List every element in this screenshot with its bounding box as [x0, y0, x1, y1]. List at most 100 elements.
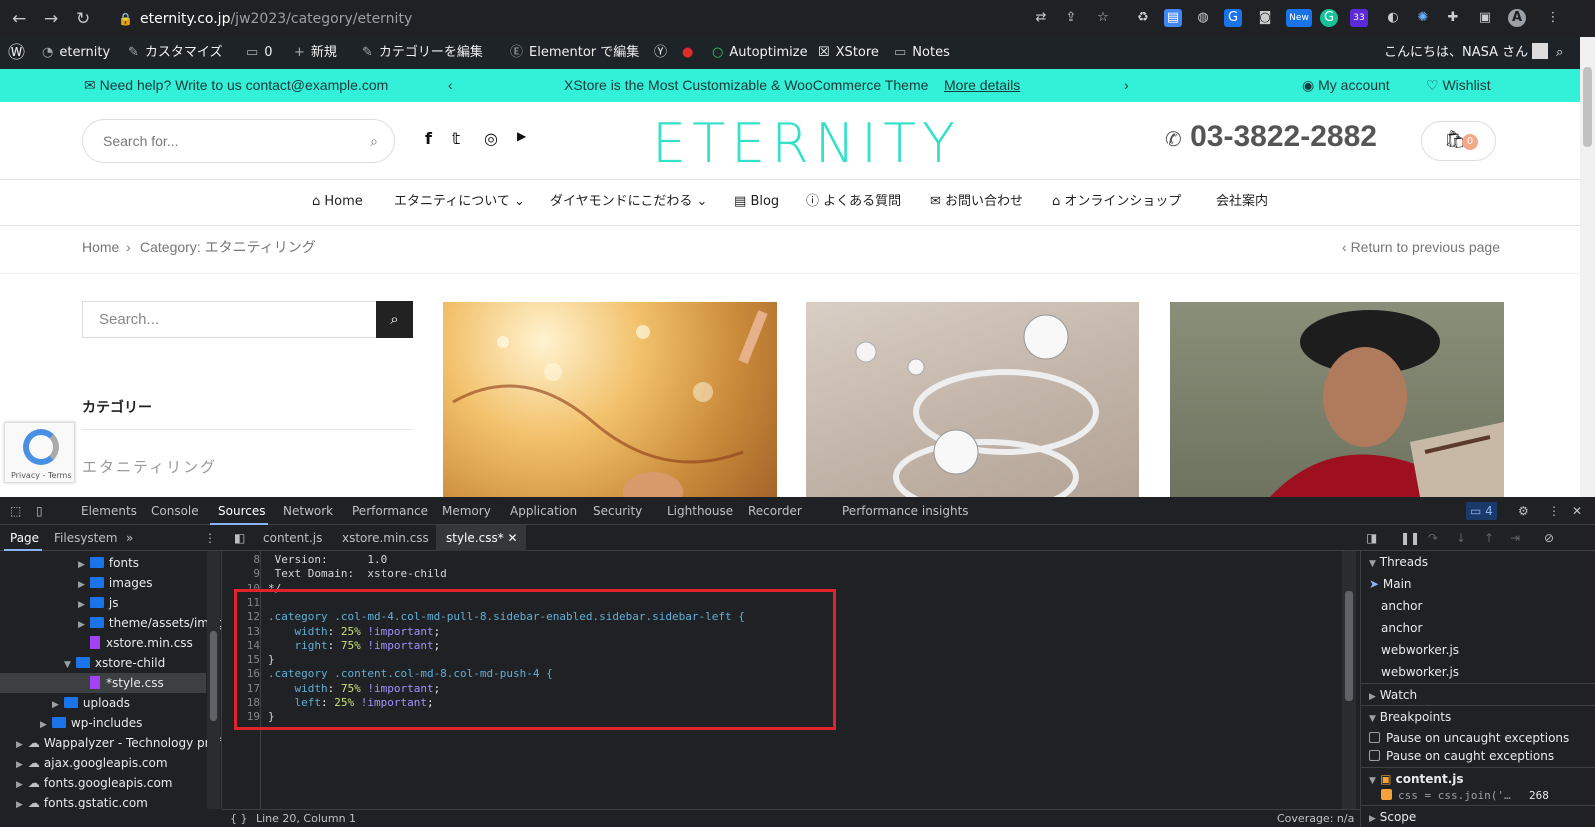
sidebar-search-input[interactable]: Search... [82, 301, 413, 338]
menu-item-diamond[interactable]: ダイヤモンドにこだわる ⌄ [550, 181, 707, 223]
wp-comments-link[interactable]: ▭ 0 [246, 37, 273, 69]
wp-search-icon[interactable]: ⌕ [1556, 37, 1563, 69]
thread-main[interactable]: ➤ Main [1361, 573, 1595, 595]
forward-icon[interactable]: → [44, 9, 58, 29]
menu-item-shop[interactable]: ⌂ オンラインショップ [1052, 181, 1181, 223]
tree-item[interactable]: ▶ fonts [78, 553, 139, 573]
code-line[interactable]: Version: 1.0 [268, 553, 388, 567]
pause-caught-checkbox[interactable]: Pause on caught exceptions [1361, 745, 1595, 767]
file-tab-content-js[interactable]: content.js [263, 525, 322, 551]
side-panel-icon[interactable]: ▣ [1476, 9, 1494, 27]
tree-item[interactable]: ▶ ☁ ajax.googleapis.com [16, 753, 168, 773]
navigator-scrollbar[interactable] [207, 551, 220, 809]
wishlist-link[interactable]: ♡ Wishlist [1426, 69, 1491, 102]
tree-item[interactable]: ▶ ☁ Wappalyzer - Technology prof [16, 733, 221, 753]
product-image-1[interactable] [443, 302, 777, 497]
wp-elementor-link[interactable]: Ⓔ Elementor で編集 [510, 37, 639, 69]
menu-item-contact[interactable]: ✉ お問い合わせ [930, 181, 1023, 223]
more-details-link[interactable]: More details [944, 69, 1020, 102]
browser-menu-icon[interactable]: ⋮ [1544, 9, 1562, 27]
twitter-icon[interactable]: 𝕥 [452, 129, 460, 148]
tree-item[interactable]: ▼ xstore-child [64, 653, 165, 673]
tab-memory[interactable]: Memory [442, 497, 491, 525]
wp-site-link[interactable]: ◔ eternity [42, 37, 110, 69]
threads-section[interactable]: ▼ Threads [1361, 551, 1595, 573]
device-toggle-icon[interactable]: ▯ [36, 497, 43, 525]
tree-item[interactable]: ▶ ☁ fonts.googleapis.com [16, 773, 173, 793]
share-icon[interactable]: ⇪ [1062, 9, 1080, 27]
tree-item[interactable]: ▶ js [78, 593, 119, 613]
menu-item-home[interactable]: ⌂ Home [312, 181, 363, 223]
extension-moon-icon[interactable]: ◐ [1384, 9, 1402, 27]
sidebar-search-button[interactable]: ⌕ [376, 301, 413, 338]
close-tab-icon[interactable]: ✕ [508, 531, 518, 545]
extension-new-badge[interactable]: New [1286, 9, 1312, 27]
tree-item[interactable]: ▶ ☁ fonts.gstatic.com [16, 793, 148, 809]
breakpoint-entry[interactable]: css = css.join('… 268 [1361, 785, 1595, 807]
navigator-scrollbar-thumb[interactable] [210, 631, 217, 721]
extension-docs-icon[interactable]: ▤ [1164, 9, 1182, 27]
yoast-icon[interactable]: Ⓨ [654, 37, 667, 69]
extension-translate-icon[interactable]: G [1224, 9, 1242, 27]
tab-security[interactable]: Security [593, 497, 642, 525]
settings-gear-icon[interactable]: ⚙ [1518, 497, 1529, 525]
menu-item-faq[interactable]: ⓘ よくある質問 [806, 181, 901, 223]
tab-page[interactable]: Page [10, 525, 39, 551]
tab-network[interactable]: Network [283, 497, 333, 525]
tree-item-selected[interactable]: *style.css [0, 673, 206, 693]
checkbox[interactable] [1369, 750, 1380, 761]
tab-performance-insights[interactable]: Performance insights [842, 497, 969, 525]
tab-elements[interactable]: Elements [81, 497, 137, 525]
checkbox-checked[interactable] [1381, 789, 1392, 800]
product-image-2[interactable] [806, 302, 1139, 497]
header-search-input[interactable]: Search for... ⌕ [82, 119, 395, 163]
extension-badge-icon[interactable]: 33 [1350, 9, 1368, 27]
tab-sources[interactable]: Sources [218, 497, 265, 525]
page-scrollbar-thumb[interactable] [1583, 67, 1592, 147]
wp-new-link[interactable]: + 新規 [294, 37, 337, 69]
close-devtools-icon[interactable]: ✕ [1572, 497, 1582, 525]
site-logo[interactable]: ETERNITY [652, 112, 961, 175]
toggle-debugger-icon[interactable]: ◨ [1366, 525, 1377, 551]
extension-recycle-icon[interactable]: ♻ [1134, 9, 1152, 27]
promo-next-icon[interactable]: › [1124, 69, 1129, 102]
translate-icon[interactable]: ⇄ [1032, 9, 1050, 27]
navigator-menu-icon[interactable]: ⋮ [204, 525, 216, 551]
tree-item[interactable]: xstore.min.css [90, 633, 193, 653]
product-image-3[interactable] [1170, 302, 1504, 497]
editor-scrollbar-thumb[interactable] [1345, 591, 1353, 701]
address-bar[interactable]: 🔒 eternity.co.jp/jw2023/category/eternit… [106, 5, 1169, 33]
extension-camera-icon[interactable]: ◙ [1256, 9, 1274, 27]
braces-icon[interactable]: { } [230, 810, 248, 827]
thread-item[interactable]: webworker.js [1361, 639, 1595, 661]
menu-item-blog[interactable]: ▤ Blog [734, 181, 779, 223]
step-icon[interactable]: ⇥ [1510, 525, 1520, 551]
tab-recorder[interactable]: Recorder [748, 497, 802, 525]
back-icon[interactable]: ← [12, 9, 26, 29]
my-account-link[interactable]: ◉ My account [1302, 69, 1390, 102]
watch-section[interactable]: ▶ Watch [1361, 683, 1595, 705]
recaptcha-terms[interactable]: Privacy - Terms [11, 471, 72, 480]
checkbox[interactable] [1369, 732, 1380, 743]
step-over-icon[interactable]: ↷ [1428, 525, 1438, 551]
page-scrollbar[interactable] [1580, 37, 1595, 497]
code-editor[interactable]: 8 Version: 1.0 9 Text Domain: xstore-chil… [222, 551, 1360, 809]
category-item[interactable]: エタニティリング [82, 456, 217, 477]
menu-item-company[interactable]: 会社案内 [1216, 181, 1268, 223]
promo-prev-icon[interactable]: ‹ [448, 69, 453, 102]
deactivate-breakpoints-icon[interactable]: ⊘ [1544, 525, 1554, 551]
scope-section[interactable]: ▶ Scope [1361, 805, 1595, 827]
editor-scrollbar[interactable] [1342, 551, 1356, 809]
tree-item[interactable]: ▶ theme/assets/imag [78, 613, 221, 633]
step-out-icon[interactable]: ↑ [1484, 525, 1494, 551]
thread-item[interactable]: anchor [1361, 595, 1595, 617]
tab-console[interactable]: Console [151, 497, 199, 525]
devtools-menu-icon[interactable]: ⋮ [1548, 497, 1560, 525]
wp-xstore-link[interactable]: ☒ XStore [818, 37, 879, 69]
wordpress-logo-icon[interactable]: Ⓦ [8, 37, 25, 69]
wp-customize-link[interactable]: ✎ カスタマイズ [128, 37, 223, 69]
pause-icon[interactable]: ❚❚ [1400, 525, 1420, 551]
instagram-icon[interactable]: ◎ [484, 129, 498, 148]
reload-icon[interactable]: ↻ [76, 9, 90, 29]
thread-item[interactable]: webworker.js [1361, 661, 1595, 683]
